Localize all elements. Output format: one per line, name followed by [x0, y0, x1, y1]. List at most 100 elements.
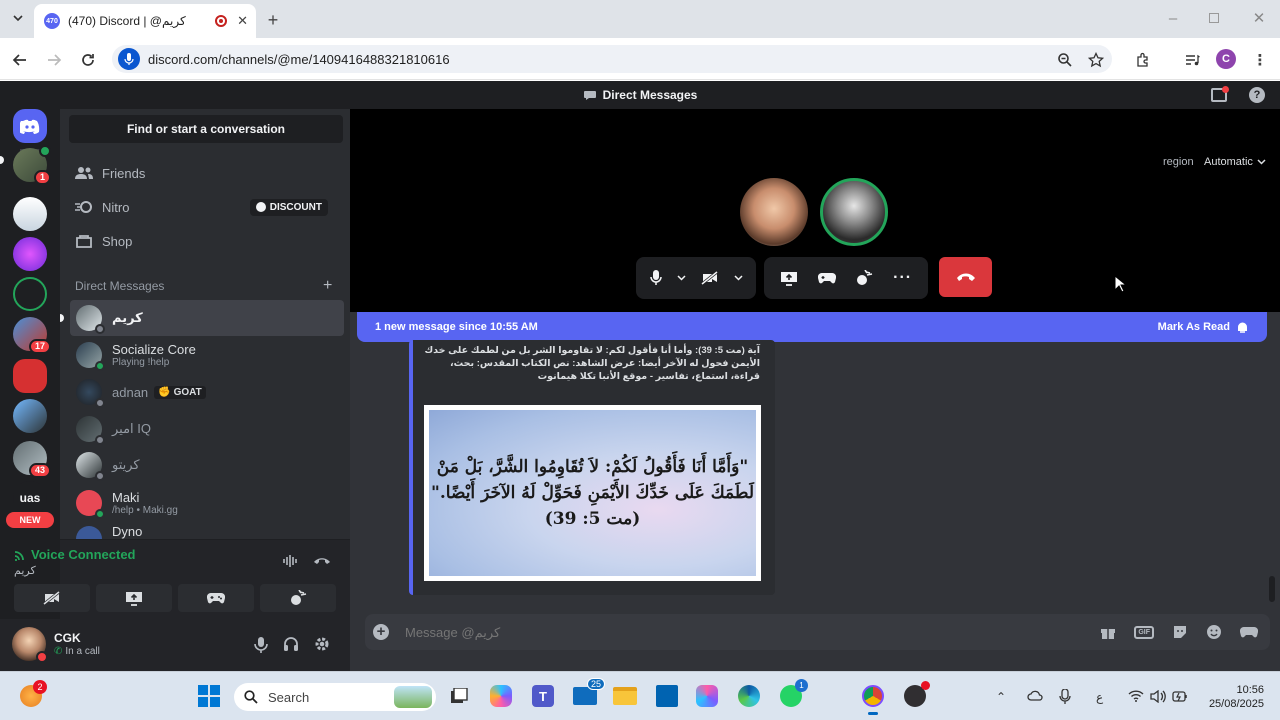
- forward-icon[interactable]: [44, 50, 64, 70]
- discount-badge[interactable]: DISCOUNT: [249, 198, 328, 216]
- whatsapp-icon[interactable]: 1: [778, 679, 808, 709]
- task-view-icon[interactable]: [446, 683, 472, 709]
- volume-icon[interactable]: [1150, 690, 1166, 703]
- gift-icon[interactable]: [1100, 624, 1116, 640]
- site-mic-permission-icon[interactable]: [118, 48, 140, 70]
- call-more-options-icon[interactable]: ···: [893, 269, 912, 287]
- profile-avatar[interactable]: C: [1216, 49, 1236, 69]
- call-mic-icon[interactable]: [649, 270, 662, 286]
- region-select[interactable]: Automatic: [1204, 156, 1266, 168]
- media-control-icon[interactable]: [1182, 50, 1202, 70]
- tab-search-chevron-icon[interactable]: [8, 8, 28, 28]
- extensions-icon[interactable]: [1133, 50, 1153, 70]
- server-avatar-6[interactable]: [13, 359, 47, 393]
- sticker-icon[interactable]: [1172, 624, 1188, 640]
- teams-icon[interactable]: T: [530, 683, 556, 709]
- mic-options-chevron-icon[interactable]: [676, 275, 686, 281]
- call-participant-avatar-karim[interactable]: [820, 178, 888, 246]
- deafen-headphones-icon[interactable]: [283, 636, 299, 652]
- file-explorer-icon[interactable]: [612, 683, 638, 709]
- call-screenshare-icon[interactable]: [780, 271, 798, 286]
- obs-icon[interactable]: [902, 681, 930, 709]
- activity-button[interactable]: [178, 584, 254, 612]
- dm-item-krito[interactable]: كريتو: [70, 447, 344, 483]
- bookmark-star-icon[interactable]: [1086, 50, 1106, 70]
- camera-toggle-button[interactable]: [14, 584, 90, 612]
- create-dm-icon[interactable]: +: [323, 278, 332, 294]
- show-hidden-icons-chevron-icon[interactable]: ⌃: [996, 690, 1006, 704]
- attach-plus-icon[interactable]: +: [373, 624, 389, 640]
- user-avatar[interactable]: [12, 627, 48, 663]
- zoom-icon[interactable]: [1055, 50, 1075, 70]
- close-tab-icon[interactable]: ✕: [237, 13, 248, 29]
- message-input[interactable]: [405, 624, 1091, 640]
- call-participant-avatar-self[interactable]: [740, 178, 808, 246]
- onedrive-cloud-icon[interactable]: [1027, 690, 1043, 701]
- nav-nitro[interactable]: Nitro DISCOUNT: [74, 192, 336, 222]
- app-icon-blue[interactable]: [654, 683, 680, 709]
- address-bar[interactable]: discord.com/channels/@me/140941648832181…: [112, 45, 1112, 73]
- new-messages-banner[interactable]: 1 new message since 10:55 AM Mark As Rea…: [357, 312, 1267, 342]
- gif-icon[interactable]: GIF: [1134, 625, 1154, 639]
- nav-shop[interactable]: Shop: [74, 226, 336, 256]
- mark-as-read-button[interactable]: Mark As Read: [1158, 321, 1249, 333]
- dm-item-maki[interactable]: Maki/help • Maki.gg: [70, 485, 344, 521]
- leave-call-button[interactable]: [939, 257, 992, 297]
- find-conversation-button[interactable]: Find or start a conversation: [69, 115, 343, 143]
- dm-item-amir-iq[interactable]: امير IQ: [70, 411, 344, 447]
- server-avatar-5[interactable]: 17: [13, 317, 51, 354]
- dm-item-adnan[interactable]: adnan ✊ GOAT: [70, 374, 344, 410]
- taskbar-search[interactable]: Search: [234, 683, 436, 711]
- m365-icon[interactable]: [694, 683, 720, 709]
- user-settings-gear-icon[interactable]: [314, 636, 330, 652]
- system-clock[interactable]: 10:56 25/08/2025: [1196, 683, 1264, 711]
- browser-menu-icon[interactable]: ⋮: [1250, 50, 1270, 70]
- chat-scrollbar[interactable]: [1269, 576, 1275, 602]
- embed-image[interactable]: "وَأَمَّا أَنَا فَأَقُولُ لَكُمْ: لاَ تُ…: [424, 405, 761, 581]
- mute-mic-icon[interactable]: [254, 636, 268, 653]
- microphone-in-use-icon[interactable]: [1059, 689, 1071, 705]
- minimize-window-icon[interactable]: –: [1164, 8, 1182, 28]
- apps-gamepad-icon[interactable]: [1240, 626, 1258, 638]
- server-avatar-8[interactable]: 43: [13, 441, 51, 478]
- username[interactable]: CGK: [54, 631, 81, 645]
- back-icon[interactable]: [10, 50, 30, 70]
- server-uas[interactable]: uas: [13, 481, 47, 515]
- server-avatar-7[interactable]: [13, 399, 47, 433]
- server-music[interactable]: [13, 237, 47, 271]
- chrome-icon[interactable]: [860, 683, 886, 709]
- dm-item-karim[interactable]: كريم: [70, 300, 344, 336]
- call-soundboard-icon[interactable]: [855, 270, 873, 286]
- mail-icon[interactable]: 25: [572, 678, 605, 709]
- server-avatar-1[interactable]: 1: [13, 145, 51, 185]
- camera-options-chevron-icon[interactable]: [733, 275, 743, 281]
- dm-item-dyno[interactable]: Dyno: [70, 524, 344, 540]
- windows-start-icon[interactable]: [196, 683, 222, 709]
- wifi-icon[interactable]: [1128, 690, 1144, 702]
- disconnect-icon[interactable]: [313, 555, 331, 567]
- new-servers-badge[interactable]: NEW: [6, 512, 54, 528]
- call-gamepad-icon[interactable]: [817, 272, 836, 284]
- inbox-icon[interactable]: [1211, 86, 1229, 102]
- widgets-icon[interactable]: 2: [18, 680, 47, 709]
- browser-tab-discord[interactable]: 470 (470) Discord | @كريم ✕: [34, 4, 256, 38]
- embed-description[interactable]: آية (مت 5: 39): وأما أنا فأقول لكم: لا ت…: [420, 344, 760, 383]
- nav-friends[interactable]: Friends: [74, 158, 336, 188]
- dm-item-socialize-core[interactable]: Socialize Core Playing !help: [70, 337, 344, 373]
- new-tab-icon[interactable]: +: [262, 9, 284, 31]
- edge-icon[interactable]: [736, 683, 762, 709]
- input-language[interactable]: ع: [1096, 690, 1103, 704]
- voice-connected-status[interactable]: Voice Connected: [14, 547, 136, 562]
- battery-icon[interactable]: [1172, 690, 1188, 703]
- call-camera-off-icon[interactable]: [700, 271, 719, 285]
- soundboard-button[interactable]: [260, 584, 336, 612]
- reload-icon[interactable]: [78, 50, 98, 70]
- server-dreamers[interactable]: [13, 197, 47, 231]
- close-window-icon[interactable]: ✕: [1250, 8, 1268, 28]
- emoji-icon[interactable]: [1206, 624, 1222, 640]
- server-bolt[interactable]: [13, 277, 47, 311]
- restore-window-icon[interactable]: [1209, 13, 1219, 23]
- help-icon[interactable]: ?: [1249, 87, 1265, 103]
- noise-suppression-icon[interactable]: [282, 554, 300, 568]
- screenshare-button[interactable]: [96, 584, 172, 612]
